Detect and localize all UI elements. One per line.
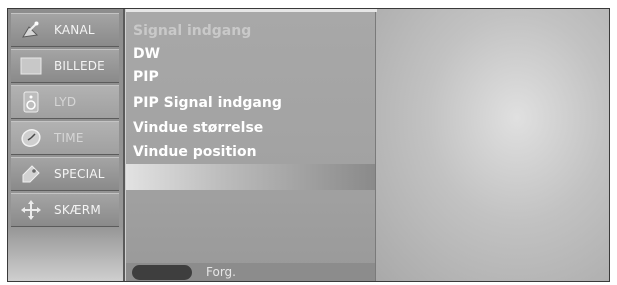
sidebar-item-label: BILLEDE: [54, 59, 105, 73]
sidebar-item-time[interactable]: TIME: [11, 121, 119, 155]
tag-icon: [20, 163, 42, 185]
sidebar-item-label: LYD: [54, 95, 77, 109]
preview-area: [376, 9, 609, 281]
submenu-footer: Forg.: [126, 263, 375, 281]
sidebar-item-special[interactable]: SPECIAL: [11, 157, 119, 191]
submenu-item-dw[interactable]: DW: [133, 43, 160, 65]
sidebar-item-label: KANAL: [54, 23, 95, 37]
move-arrows-icon: [20, 199, 42, 221]
selection-highlight: [126, 164, 375, 190]
tv-osd-screen: KANAL BILLEDE LYD TIME SPECIAL SKÆRM Sig…: [7, 8, 610, 282]
submenu-item-vindue-stoerrelse[interactable]: Vindue størrelse: [133, 117, 263, 139]
submenu-item-signal-indgang[interactable]: Signal indgang: [133, 20, 251, 42]
main-menu-sidebar: KANAL BILLEDE LYD TIME SPECIAL SKÆRM: [8, 9, 125, 281]
submenu-item-pip[interactable]: PIP: [133, 66, 159, 88]
clock-icon: [20, 127, 42, 149]
submenu-item-pip-signal-indgang[interactable]: PIP Signal indgang: [133, 92, 282, 114]
speaker-icon: [20, 91, 42, 113]
color-key-button[interactable]: [132, 264, 192, 280]
sidebar-item-skaerm[interactable]: SKÆRM: [11, 193, 119, 227]
submenu-divider: [126, 9, 377, 12]
sidebar-item-label: SKÆRM: [54, 203, 101, 217]
sidebar-item-lyd[interactable]: LYD: [11, 85, 119, 119]
satellite-dish-icon: [20, 19, 42, 41]
sidebar-item-kanal[interactable]: KANAL: [11, 13, 119, 47]
sidebar-item-billede[interactable]: BILLEDE: [11, 49, 119, 83]
footer-label: Forg.: [206, 265, 236, 279]
submenu-item-vindue-position[interactable]: Vindue position: [133, 141, 257, 163]
sidebar-item-label: TIME: [54, 131, 84, 145]
screen-submenu: Signal indgang DW PIP PIP Signal indgang…: [125, 9, 377, 281]
sidebar-item-label: SPECIAL: [54, 167, 105, 181]
picture-icon: [20, 55, 42, 77]
